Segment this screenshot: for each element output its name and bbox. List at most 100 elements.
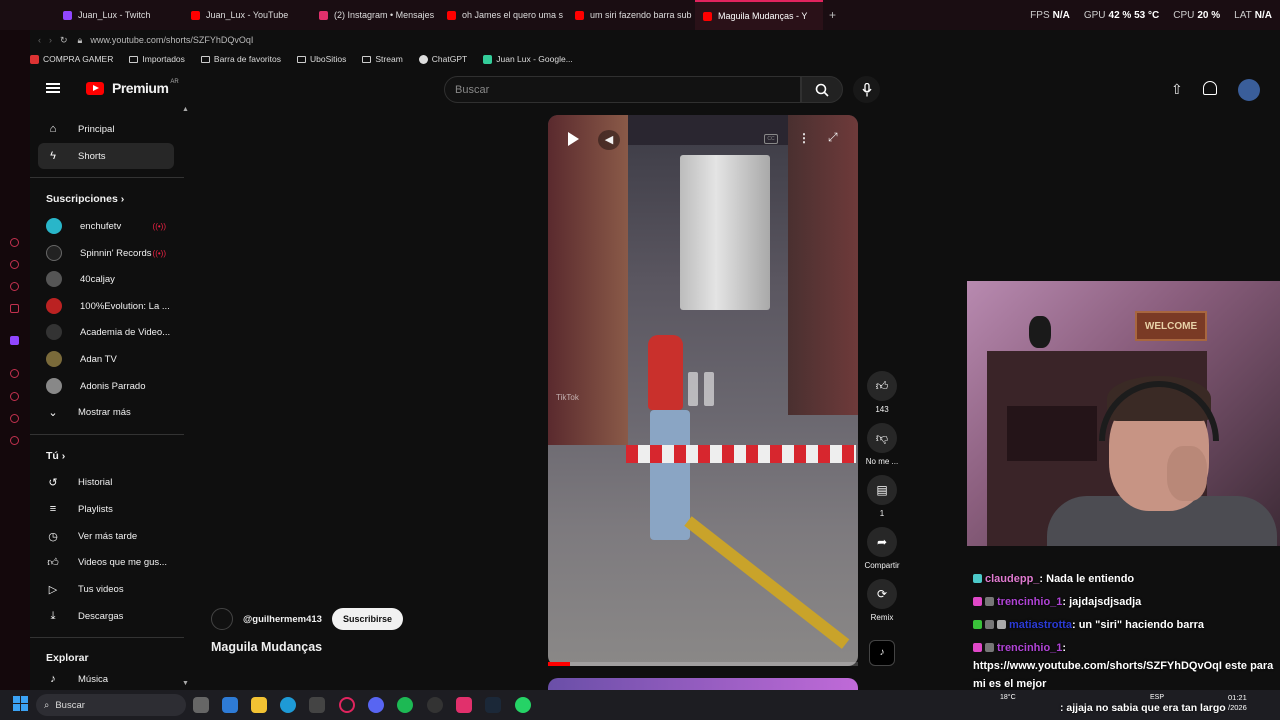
- sidebar-item-liked[interactable]: 👍︎ Videos que me gus...: [38, 549, 174, 575]
- store-icon[interactable]: [309, 697, 325, 713]
- bookmark[interactable]: COMPRA GAMER: [30, 54, 113, 64]
- bookmark[interactable]: UboSitios: [297, 54, 346, 64]
- obs-icon[interactable]: [427, 697, 443, 713]
- clock-icon: ◷: [48, 530, 58, 543]
- scroll-up-icon[interactable]: ▲: [182, 106, 189, 113]
- windows-start-icon[interactable]: [13, 696, 28, 711]
- sidebar-item-music[interactable]: ♪ Música: [38, 668, 174, 690]
- dislike-icon[interactable]: 👎︎: [867, 423, 897, 453]
- fullscreen-icon[interactable]: ⤢: [828, 130, 838, 145]
- short-title[interactable]: Maguila Mudanças: [211, 640, 322, 654]
- search-button[interactable]: [801, 76, 843, 103]
- yt-logo-text[interactable]: Premium: [112, 80, 169, 96]
- bookmark[interactable]: ChatGPT: [418, 54, 467, 64]
- sidebar-item-your-videos[interactable]: ▷ Tus videos: [38, 576, 174, 602]
- edge-icon[interactable]: [280, 697, 296, 713]
- task-view-icon[interactable]: [193, 697, 209, 713]
- twitch-icon[interactable]: [10, 336, 19, 345]
- comments-action[interactable]: ▤ 1: [867, 475, 897, 518]
- back-icon[interactable]: ‹: [38, 35, 41, 45]
- search-input[interactable]: Buscar: [444, 76, 801, 103]
- weather[interactable]: 18°C: [1000, 694, 1016, 701]
- sidebar-app-icon[interactable]: [10, 392, 19, 401]
- bookmark[interactable]: Barra de favoritos: [200, 54, 281, 64]
- sidebar-app-icon[interactable]: [10, 369, 19, 378]
- bookmark[interactable]: Importados: [129, 54, 185, 64]
- more-options-icon[interactable]: ⋮: [798, 131, 810, 145]
- browser-tab[interactable]: um siri fazendo barra sub: [567, 0, 695, 30]
- forward-icon[interactable]: ›: [49, 35, 52, 45]
- sidebar-app-icon[interactable]: [10, 238, 19, 247]
- notifications-icon[interactable]: [1203, 81, 1217, 95]
- sound-thumbnail[interactable]: ♪: [869, 640, 895, 666]
- sidebar-item-shorts[interactable]: ϟ Shorts: [38, 143, 174, 169]
- like-icon[interactable]: 👍︎: [867, 371, 897, 401]
- taskbar-search[interactable]: ⌕ Buscar: [36, 694, 186, 716]
- show-more-button[interactable]: ⌄ Mostrar más: [38, 399, 174, 425]
- youtube-logo-icon[interactable]: [86, 81, 104, 95]
- sidebar-sub-item[interactable]: Adan TV: [38, 346, 174, 372]
- sidebar-app-icon[interactable]: [10, 260, 19, 269]
- sidebar-app-icon[interactable]: [10, 282, 19, 291]
- remix-icon[interactable]: ⟳: [867, 579, 897, 609]
- subscribe-button[interactable]: Suscribirse: [331, 608, 403, 630]
- next-short-preview[interactable]: [548, 678, 858, 690]
- sidebar-item-playlists[interactable]: ≡ Playlists: [38, 496, 174, 522]
- channel-handle[interactable]: @guilhermem413: [243, 614, 322, 625]
- comment-icon[interactable]: ▤: [867, 475, 897, 505]
- scroll-down-icon[interactable]: ▼: [182, 680, 189, 687]
- like-action[interactable]: 👍︎ 143: [867, 371, 897, 414]
- discord-icon[interactable]: [368, 697, 384, 713]
- sidebar-item-watch-later[interactable]: ◷ Ver más tarde: [38, 523, 174, 549]
- avatar[interactable]: [1238, 79, 1260, 101]
- sidebar-item-downloads[interactable]: ⤓ Descargas: [38, 603, 174, 629]
- file-explorer-icon[interactable]: [251, 697, 267, 713]
- opera-gx-icon[interactable]: [339, 697, 355, 713]
- sidebar-item-history[interactable]: ↺ Historial: [38, 469, 174, 495]
- bookmark[interactable]: Juan Lux - Google...: [483, 54, 573, 64]
- channel-avatar[interactable]: [211, 608, 233, 630]
- play-icon[interactable]: [568, 132, 579, 146]
- menu-icon[interactable]: [46, 83, 60, 93]
- progress-track[interactable]: [548, 662, 858, 666]
- dislike-action[interactable]: 👎︎ No me ...: [862, 423, 902, 466]
- upload-icon[interactable]: ⇧: [1171, 81, 1183, 98]
- sidebar-sub-item[interactable]: Spinnin' Records ((•)): [38, 240, 174, 266]
- browser-tab[interactable]: oh James el quero uma s: [439, 0, 567, 30]
- sidebar-item-principal[interactable]: ⌂ Principal: [38, 116, 174, 142]
- bookmark[interactable]: Stream: [362, 54, 403, 64]
- browser-tab-active[interactable]: Maguila Mudanças - Y: [695, 0, 823, 30]
- subscriptions-heading[interactable]: Suscripciones ›: [46, 193, 124, 205]
- browser-tab[interactable]: Juan_Lux - Twitch: [55, 0, 183, 30]
- new-tab-button[interactable]: +: [829, 8, 836, 22]
- settings-icon[interactable]: [10, 436, 19, 445]
- address-bar[interactable]: ‹ › ↻ 🔒︎ www.youtube.com/shorts/SZFYhDQv…: [30, 30, 1280, 50]
- captions-icon[interactable]: CC: [764, 134, 778, 144]
- sidebar-sub-item[interactable]: 40caljay: [38, 266, 174, 292]
- webcam-sign: WELCOME: [1135, 311, 1207, 341]
- chat-message: : ajjaja no sabia que era tan largo: [1060, 699, 1280, 717]
- volume-icon[interactable]: ◀: [598, 130, 620, 150]
- steam-icon[interactable]: [485, 697, 501, 713]
- pause-icon[interactable]: [688, 372, 718, 406]
- share-icon[interactable]: ➦: [867, 527, 897, 557]
- widgets-icon[interactable]: [222, 697, 238, 713]
- sidebar-sub-item[interactable]: Adonis Parrado: [38, 373, 174, 399]
- reload-icon[interactable]: ↻: [60, 35, 68, 46]
- browser-tab[interactable]: (2) Instagram • Mensajes: [311, 0, 439, 30]
- instagram-icon[interactable]: [456, 697, 472, 713]
- spotify-icon[interactable]: [397, 697, 413, 713]
- you-heading[interactable]: Tú ›: [46, 450, 65, 462]
- sidebar-app-icon[interactable]: [10, 304, 19, 313]
- whatsapp-icon[interactable]: [515, 697, 531, 713]
- sidebar-sub-item[interactable]: Academia de Video...: [38, 319, 174, 345]
- browser-tab[interactable]: Juan_Lux - YouTube: [183, 0, 311, 30]
- share-action[interactable]: ➦ Compartir: [860, 527, 904, 570]
- sidebar-sub-item[interactable]: enchufetv ((•)): [38, 213, 174, 239]
- sidebar-sub-item[interactable]: 100%Evolution: La ...: [38, 293, 174, 319]
- bookmark-label: COMPRA GAMER: [43, 54, 114, 64]
- voice-search-button[interactable]: [853, 76, 880, 103]
- sidebar-app-icon[interactable]: [10, 414, 19, 423]
- remix-action[interactable]: ⟳ Remix: [867, 579, 897, 622]
- url-text[interactable]: www.youtube.com/shorts/SZFYhDQvOqI: [90, 35, 253, 45]
